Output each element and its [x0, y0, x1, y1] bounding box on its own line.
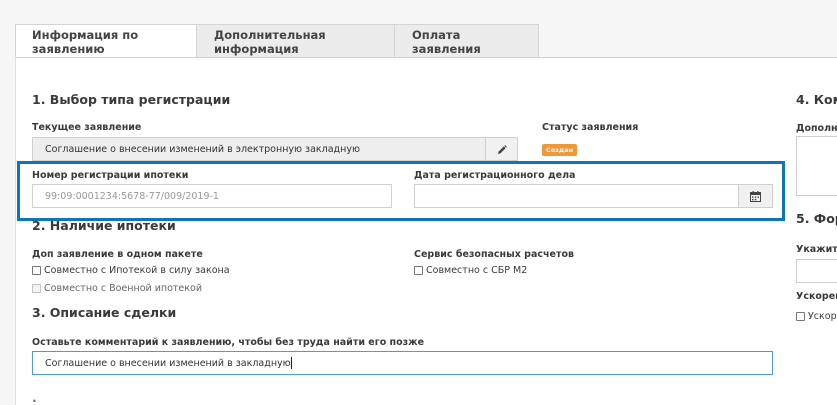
specify-input[interactable]: [796, 259, 837, 283]
tab-label: Информация по заявлению: [32, 28, 139, 56]
text-caret: [290, 357, 292, 369]
sbr-checkbox[interactable]: Совместно с СБР М2: [414, 265, 527, 276]
law-mortgage-checkbox[interactable]: Совместно с Ипотекой в силу закона: [32, 265, 230, 276]
section4-label: Дополни: [796, 123, 837, 134]
speed-checkbox-label: Ускорен: [808, 311, 837, 322]
current-application-value: Соглашение о внесении изменений в электр…: [45, 143, 360, 155]
current-application-field: Соглашение о внесении изменений в электр…: [32, 137, 486, 161]
comment-input[interactable]: Соглашение о внесении изменений в заклад…: [32, 351, 773, 375]
tab-additional-info[interactable]: Дополнительная информация: [196, 24, 395, 58]
military-mortgage-checkbox[interactable]: Совместно с Военной ипотекой: [32, 283, 202, 294]
checkbox-box[interactable]: [796, 312, 805, 321]
comment-label: Оставьте комментарий к заявлению, чтобы …: [32, 337, 425, 348]
pencil-icon: [497, 140, 507, 159]
safe-payments-label: Сервис безопасных расчетов: [414, 249, 574, 260]
speed-label: Ускоренн: [796, 291, 837, 302]
highlight-box: [17, 161, 785, 221]
current-application-label: Текущее заявление: [32, 122, 142, 133]
speed-checkbox[interactable]: Ускорен: [796, 311, 837, 322]
military-mortgage-label: Совместно с Военной ипотекой: [44, 283, 203, 294]
package-label: Доп заявление в одном пакете: [32, 249, 203, 260]
application-info-panel: 1. Выбор типа регистрации Текущее заявле…: [15, 57, 837, 405]
section4-title: 4. Комм: [796, 92, 837, 107]
section5-title: 5. Форм: [796, 211, 837, 226]
law-mortgage-label: Совместно с Ипотекой в силу закона: [44, 265, 230, 276]
checkbox-box[interactable]: [414, 266, 423, 275]
tab-payment[interactable]: Оплата заявления: [394, 24, 539, 58]
status-label: Статус заявления: [542, 122, 639, 133]
section3-title: 3. Описание сделки: [32, 305, 177, 320]
comment-value: Соглашение о внесении изменений в заклад…: [45, 357, 291, 369]
tab-label: Оплата заявления: [412, 27, 481, 56]
tab-label: Дополнительная информация: [214, 27, 326, 56]
tab-application-info[interactable]: Информация по заявлению: [15, 24, 197, 59]
checkbox-box[interactable]: [32, 284, 41, 293]
tab-bar: Информация по заявлению Дополнительная и…: [15, 24, 539, 59]
section4-textarea[interactable]: [796, 136, 837, 196]
section1-title: 1. Выбор типа регистрации: [32, 92, 231, 107]
status-badge: Создан: [542, 144, 578, 156]
sbr-label: Совместно с СБР М2: [426, 265, 528, 276]
section4-title-partial: ·: [32, 393, 37, 405]
checkbox-box[interactable]: [32, 266, 41, 275]
edit-application-button[interactable]: [485, 137, 518, 161]
specify-label: Укажите: [796, 244, 837, 255]
